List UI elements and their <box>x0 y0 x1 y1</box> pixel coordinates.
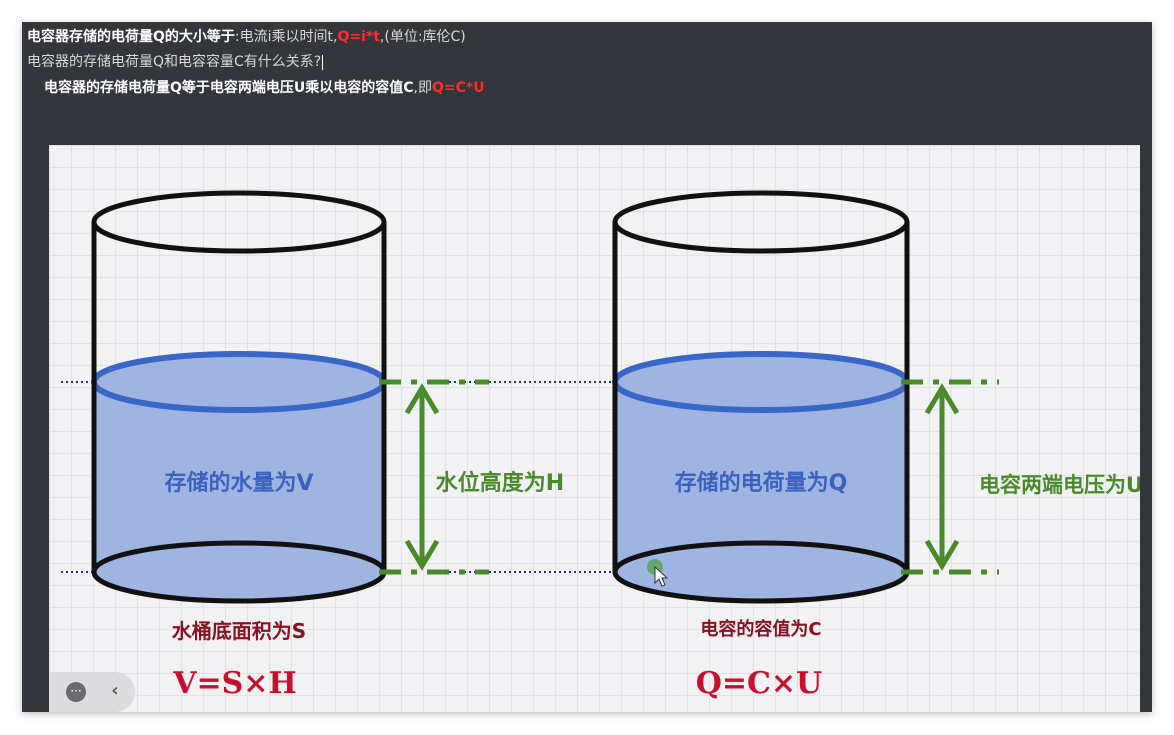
capacitance-label: 电容的容值为C <box>700 618 821 640</box>
note-bold-text: 电容器存储的电荷量Q的大小等于 <box>27 29 235 45</box>
bucket-rim <box>91 190 387 254</box>
back-chevron-icon[interactable]: ‹ <box>105 680 125 702</box>
charge-formula: Q=C×U <box>696 666 822 701</box>
volume-formula: V=S×H <box>172 666 297 701</box>
water-height-label: 水位高度为H <box>436 470 564 496</box>
note-unit-text: ,(单位:库伦C) <box>379 29 466 45</box>
note-plain-text: :电流i乘以时间t, <box>234 29 338 45</box>
formula-q-cu: Q=C*U <box>432 80 485 96</box>
note-line-charge-definition: 电容器存储的电荷量Q的大小等于:电流i乘以时间t,Q=i*t,(单位:库伦C) <box>27 26 466 46</box>
more-options-icon[interactable]: ··· <box>66 682 86 702</box>
bucket-water-surface <box>91 351 387 413</box>
capacitor-bucket <box>612 190 910 604</box>
bucket-base-area-label: 水桶底面积为S <box>172 619 306 643</box>
note-panel: 电容器存储的电荷量Q的大小等于:电流i乘以时间t,Q=i*t,(单位:库伦C) … <box>22 22 1152 712</box>
slide-controls: ··· ‹ <box>49 672 135 712</box>
slide-image: 存储的水量为V 水位高度为H 水桶底面积为S V=S×H 存储的电荷量为Q 电容… <box>49 145 1140 712</box>
formula-q-it: Q=i*t <box>337 29 380 45</box>
note-line-question[interactable]: 电容器的存储电荷量Q和电容容量C有什么关系? <box>27 51 324 71</box>
charge-label: 存储的电荷量为Q <box>675 470 848 496</box>
water-bucket <box>91 190 387 604</box>
question-text[interactable]: 电容器的存储电荷量Q和电容容量C有什么关系? <box>27 54 321 70</box>
voltage-label: 电容两端电压为U <box>979 473 1140 497</box>
answer-bold-text: 电容器的存储电荷量Q等于电容两端电压U乘以电容的容值C <box>44 80 414 96</box>
answer-plain-text: ,即 <box>413 80 432 96</box>
capacitor-rim <box>612 190 910 254</box>
water-volume-label: 存储的水量为V <box>164 470 313 496</box>
text-caret <box>322 54 324 70</box>
capacitor-charge-surface <box>612 351 910 413</box>
note-line-answer: 电容器的存储电荷量Q等于电容两端电压U乘以电容的容值C,即Q=C*U <box>44 77 485 97</box>
bucket-capacitor-diagram: 存储的水量为V 水位高度为H 水桶底面积为S V=S×H 存储的电荷量为Q 电容… <box>61 190 1140 701</box>
